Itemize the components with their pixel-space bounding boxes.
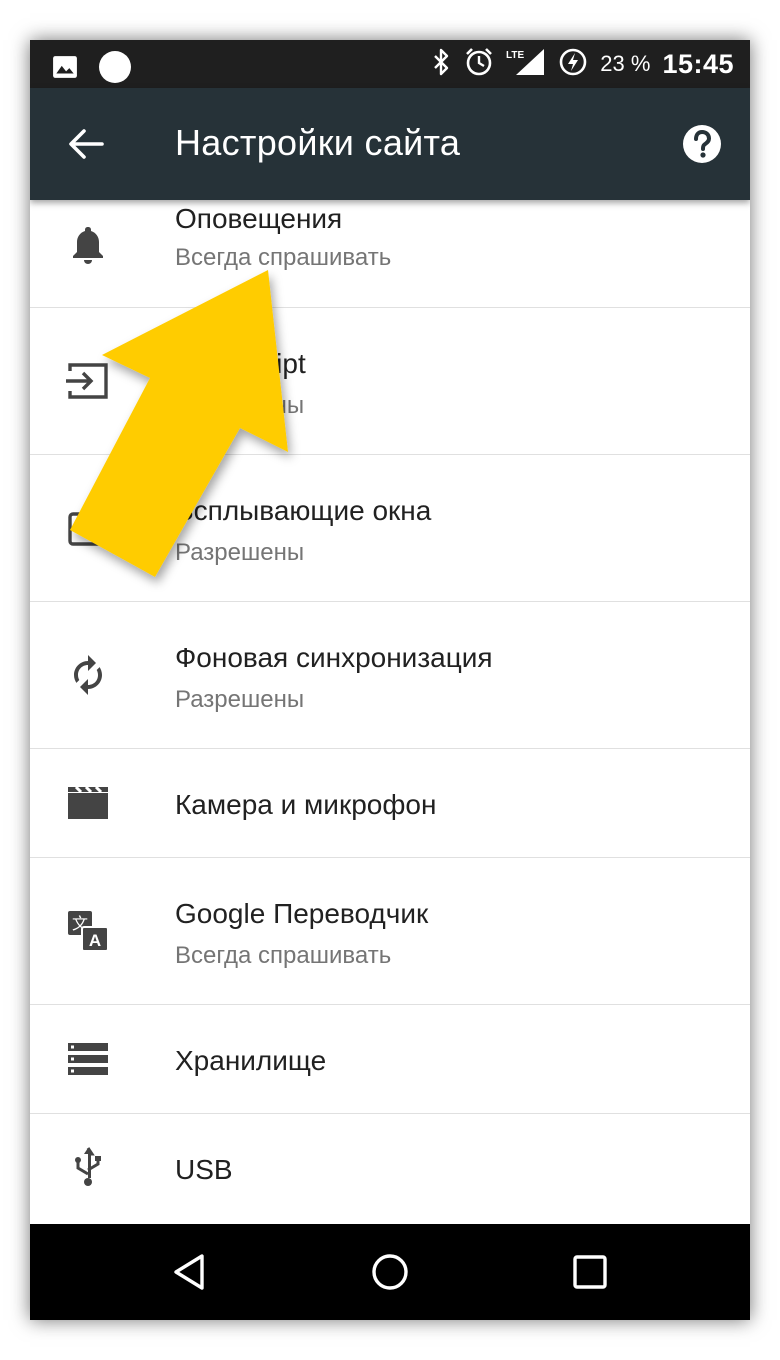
nav-home-button[interactable] [366,1248,414,1296]
battery-charging-icon [558,47,588,82]
clapperboard-icon [68,785,108,819]
setting-title: Хранилище [175,1045,327,1076]
usb-icon [75,1147,101,1186]
circle-notification-icon [98,50,132,89]
bluetooth-icon [432,48,452,81]
bell-icon [73,227,103,264]
setting-title: USB [175,1154,233,1185]
setting-subtitle: Разрешены [175,539,305,566]
setting-title: Фоновая синхронизация [175,642,493,673]
alarm-icon [464,47,494,82]
svg-text:A: A [89,931,101,950]
setting-popups[interactable]: Всплывающие окна Разрешены [30,455,750,602]
page-title: Настройки сайта [175,122,461,163]
storage-icon [68,1043,108,1075]
navigation-bar [30,1224,750,1320]
setting-title: JavaScript [175,348,306,379]
help-icon [683,125,721,163]
help-button[interactable] [682,124,722,164]
setting-subtitle: Всегда спрашивать [175,942,392,969]
setting-subtitle: Разрешены [175,686,305,713]
triangle-back-icon [174,1254,204,1290]
setting-title: Камера и микрофон [175,789,437,820]
setting-google-translate[interactable]: 文 A Google Переводчик Всегда спрашивать [30,858,750,1005]
back-button[interactable] [66,126,106,162]
lte-signal-icon: LTE [506,47,546,82]
arrow-back-icon [69,129,104,159]
setting-subtitle: Всегда спрашивать [175,244,392,271]
setting-title: Google Переводчик [175,898,429,929]
phone-screen: LTE 23 % 15:45 Настройки сайта Оповещени… [30,40,750,1320]
svg-text:LTE: LTE [506,50,524,61]
setting-camera-microphone[interactable]: Камера и микрофон [30,749,750,858]
image-notification-icon [52,54,78,85]
status-time: 15:45 [662,48,734,79]
app-bar: Настройки сайта [30,88,750,200]
battery-percent: 23 % [600,51,651,76]
setting-title: Всплывающие окна [175,495,432,526]
square-recents-icon [573,1255,607,1289]
setting-usb[interactable]: USB [30,1114,750,1224]
input-icon [66,363,108,399]
setting-storage[interactable]: Хранилище [30,1005,750,1114]
nav-back-button[interactable] [166,1248,214,1296]
sync-icon [74,655,102,695]
setting-title: Оповещения [175,203,343,234]
setting-notifications[interactable]: Оповещения Всегда спрашивать [30,200,750,308]
site-settings-list: Оповещения Всегда спрашивать JavaScript … [30,200,750,1224]
nav-recents-button[interactable] [566,1248,614,1296]
circle-home-icon [372,1254,408,1290]
popup-window-icon [68,512,108,546]
translate-icon: 文 A [68,911,109,952]
status-bar: LTE 23 % 15:45 [30,40,750,88]
setting-background-sync[interactable]: Фоновая синхронизация Разрешены [30,602,750,749]
setting-subtitle: Разрешены [175,392,305,419]
setting-javascript[interactable]: JavaScript Разрешены [30,308,750,455]
